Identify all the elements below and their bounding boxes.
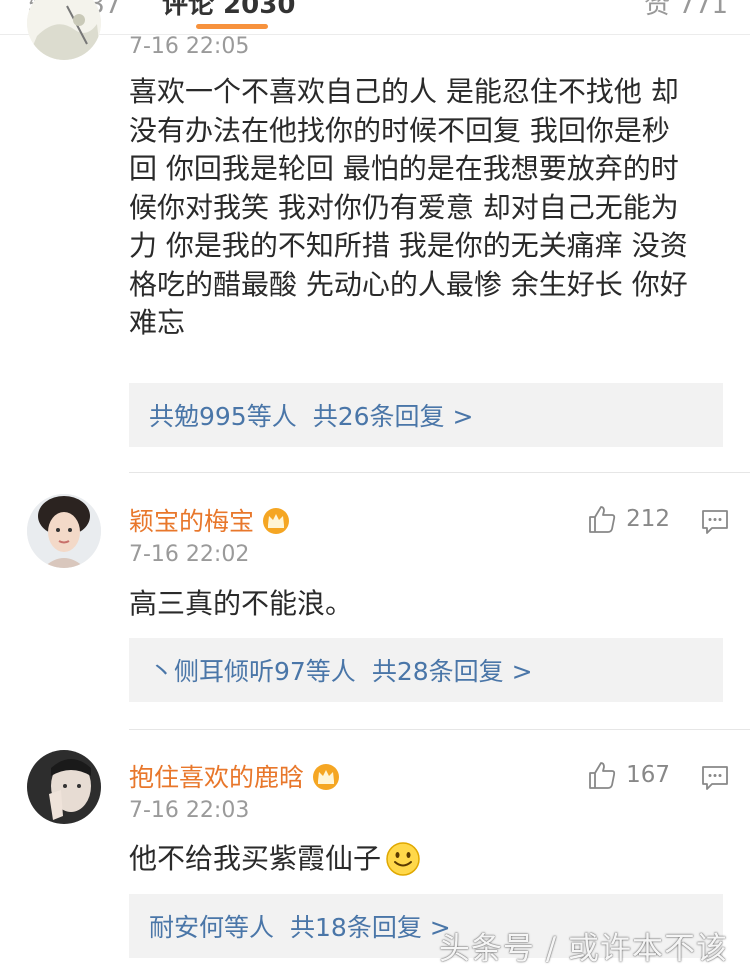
crown-icon: [263, 508, 290, 534]
comment-text-line: 难忘: [129, 306, 186, 339]
reply-users[interactable]: 耐安何等人: [149, 908, 274, 944]
reply-users[interactable]: 丶侧耳倾听97等人: [149, 652, 356, 688]
divider: [129, 472, 750, 473]
comment-text-line: 喜欢一个不喜欢自己的人 是能忍住不找他 却: [129, 75, 679, 108]
like-count: 167: [626, 762, 670, 788]
username-text[interactable]: 抱住喜欢的鹿晗: [129, 758, 304, 794]
comment-username[interactable]: 颖宝的梅宝: [129, 502, 290, 538]
reply-count-link[interactable]: 共28条回复 >: [372, 652, 533, 688]
avatar-image: [27, 494, 101, 568]
comment-text-line: 格吃的醋最酸 先动心的人最惨 余生好长 你好: [129, 267, 688, 301]
tab-bar: 转发 37 评论 2030 赞 771: [0, 0, 750, 35]
comment-text-line: 力 你是我的不知所措 我是你的无关痛痒 没资: [129, 229, 688, 262]
reply-count-link[interactable]: 共18条回复 >: [290, 908, 451, 944]
thumbs-up-icon: [589, 506, 616, 533]
reply-count-link[interactable]: 共26条回复 >: [313, 397, 474, 433]
reply-preview-box[interactable]: 共勉995等人 共26条回复 >: [129, 383, 723, 447]
username-text[interactable]: 颖宝的梅宝: [129, 502, 254, 538]
comment-time: 7-16 22:02: [129, 542, 250, 567]
reply-preview-box[interactable]: 丶侧耳倾听97等人 共28条回复 >: [129, 638, 723, 702]
smile-emoji-icon: [386, 842, 420, 876]
tab-comments[interactable]: 评论 2030: [162, 0, 295, 21]
avatar-image: [27, 750, 101, 824]
comment-username[interactable]: 抱住喜欢的鹿晗: [129, 758, 340, 794]
reply-preview-content: 丶侧耳倾听97等人 共28条回复 >: [149, 638, 533, 702]
like-button[interactable]: 212: [586, 503, 670, 535]
comment-icon[interactable]: [700, 763, 730, 793]
active-tab-indicator: [196, 24, 268, 29]
reply-preview-content: 共勉995等人 共26条回复 >: [149, 383, 473, 447]
divider: [129, 729, 750, 730]
comment-text: 喜欢一个不喜欢自己的人 是能忍住不找他 却 没有办法在他找你的时候不回复 我回你…: [129, 73, 729, 343]
comment-text-content: 他不给我买紫霞仙子: [129, 842, 382, 875]
watermark: 头条号 / 或许本不该: [438, 931, 728, 967]
comment-text-line: 回 你回我是轮回 最怕的是在我想要放弃的时: [129, 152, 679, 185]
comment-text: 高三真的不能浪。: [129, 587, 354, 620]
avatar[interactable]: [27, 494, 101, 568]
avatar-image: [27, 0, 101, 60]
avatar[interactable]: [27, 0, 101, 60]
like-count: 212: [626, 506, 670, 532]
crown-icon: [313, 764, 340, 790]
like-button[interactable]: 167: [586, 759, 670, 791]
tab-likes[interactable]: 赞 771: [644, 0, 728, 21]
comment-icon[interactable]: [700, 507, 730, 537]
comment-time: 7-16 22:05: [129, 34, 250, 59]
comment-text-line: 候你对我笑 我对你仍有爱意 却对自己无能为: [129, 190, 679, 224]
comment-text-line: 没有办法在他找你的时候不回复 我回你是秒: [129, 113, 670, 147]
thumbs-up-icon: [589, 762, 616, 789]
comment-time: 7-16 22:03: [129, 798, 250, 823]
comment-text: 他不给我买紫霞仙子: [129, 840, 729, 879]
avatar[interactable]: [27, 750, 101, 824]
reply-users[interactable]: 共勉995等人: [149, 397, 297, 433]
reply-preview-content: 耐安何等人 共18条回复 >: [149, 894, 451, 958]
